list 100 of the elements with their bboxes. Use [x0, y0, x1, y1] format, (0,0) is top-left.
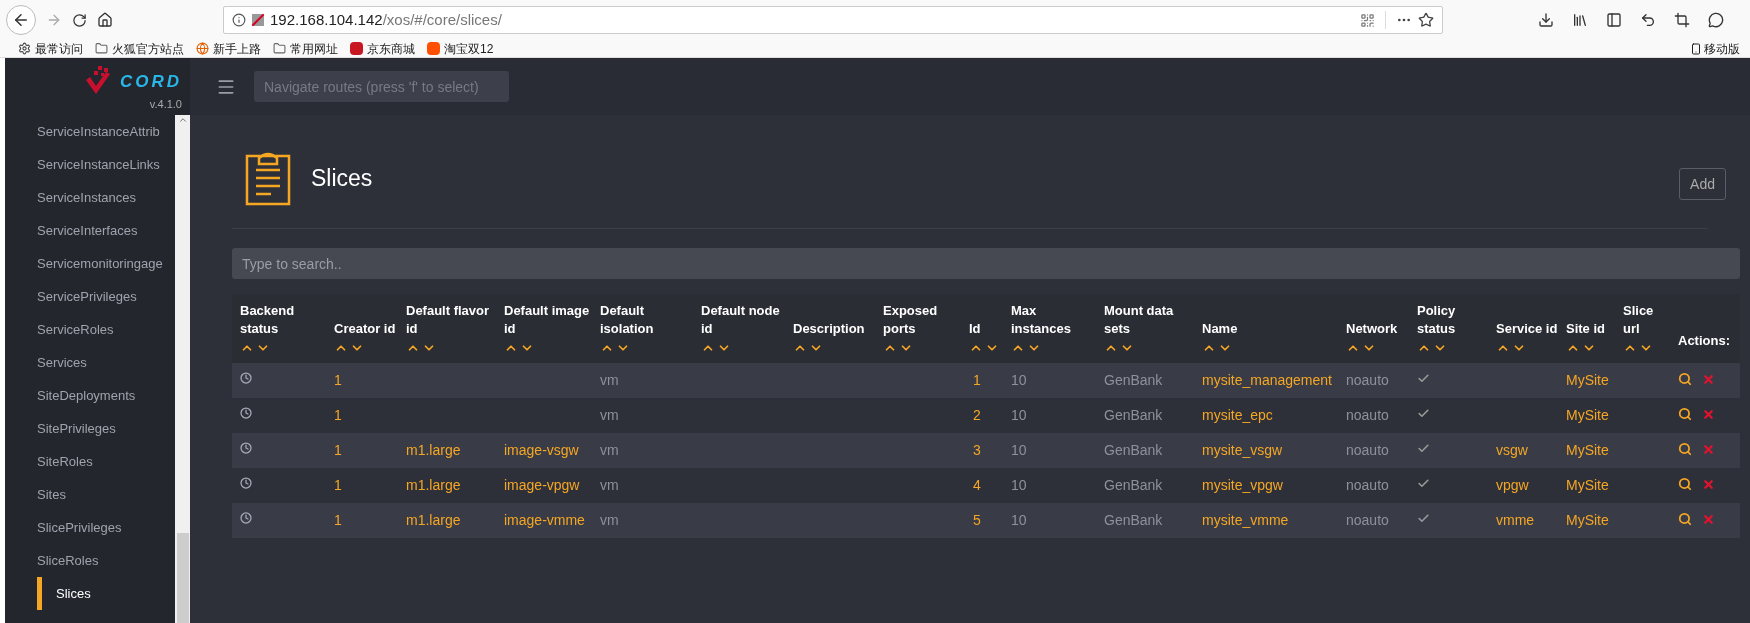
- search-icon[interactable]: [1678, 512, 1692, 526]
- table-link[interactable]: m1.large: [406, 512, 461, 528]
- table-link[interactable]: 1: [334, 477, 342, 493]
- column-header: Slice url: [1623, 302, 1655, 338]
- column-header: Actions:: [1678, 333, 1730, 348]
- table-cell: noauto: [1346, 372, 1389, 388]
- navigate-field[interactable]: Navigate routes (press 'f' to select): [254, 71, 509, 102]
- mobile-link[interactable]: 移动版: [1704, 42, 1740, 55]
- url-text[interactable]: 192.168.104.142/xos/#/core/slices/: [270, 8, 502, 32]
- library-icon[interactable]: [1572, 12, 1588, 28]
- column-header: Site id: [1566, 320, 1606, 338]
- home-icon[interactable]: [97, 12, 113, 28]
- phone-icon: [1690, 42, 1702, 55]
- sidebar-item[interactable]: ServicePrivileges: [5, 280, 175, 313]
- sidebar-icon[interactable]: [1606, 12, 1622, 28]
- table-link[interactable]: mysite_epc: [1202, 407, 1273, 423]
- table-link[interactable]: mysite_vmme: [1202, 512, 1289, 528]
- sidebar-item[interactable]: Sites: [5, 478, 175, 511]
- table-row[interactable]: 1 m1.large image-vsgw vm 3 10 GenBank mysite_vsgw noauto vsgw MySite: [232, 433, 1740, 468]
- search-icon[interactable]: [1678, 407, 1692, 421]
- info-icon[interactable]: [232, 13, 246, 27]
- table-link[interactable]: MySite: [1566, 442, 1609, 458]
- back-button[interactable]: [6, 5, 36, 35]
- column-header: Name: [1202, 320, 1239, 338]
- table-link[interactable]: m1.large: [406, 477, 461, 493]
- sidebar-item[interactable]: ServiceInstances: [5, 181, 175, 214]
- star-icon[interactable]: [1418, 12, 1434, 28]
- bookmark-link[interactable]: 淘宝双12: [444, 42, 494, 55]
- table-link[interactable]: 3: [973, 442, 981, 458]
- column-header: Policy status: [1417, 302, 1457, 338]
- download-icon[interactable]: [1538, 12, 1554, 28]
- sidebar-item[interactable]: SlicePrivileges: [5, 511, 175, 544]
- search-icon[interactable]: [1678, 442, 1692, 456]
- table-link[interactable]: 1: [334, 372, 342, 388]
- table-link[interactable]: MySite: [1566, 512, 1609, 528]
- sidebar-item[interactable]: ServiceInstanceAttrib: [5, 115, 175, 148]
- bookmark-link[interactable]: 最常访问: [35, 42, 83, 55]
- scroll-up-icon[interactable]: [177, 115, 188, 125]
- table-link[interactable]: 1: [334, 512, 342, 528]
- table-link[interactable]: MySite: [1566, 407, 1609, 423]
- table-link[interactable]: 1: [973, 372, 981, 388]
- table-link[interactable]: 2: [973, 407, 981, 423]
- search-icon[interactable]: [1678, 477, 1692, 491]
- sidebar-item[interactable]: ServiceInterfaces: [5, 214, 175, 247]
- chat-icon[interactable]: [1708, 12, 1724, 28]
- table-cell: vm: [600, 477, 619, 493]
- table-row[interactable]: 1 m1.large image-vpgw vm 4 10 GenBank mysite_vpgw noauto vpgw MySite: [232, 468, 1740, 503]
- column-header: Max instances: [1011, 302, 1072, 338]
- sidebar-item[interactable]: Services: [5, 346, 175, 379]
- table-link[interactable]: vpgw: [1496, 477, 1529, 493]
- sidebar-item[interactable]: SiteRoles: [5, 445, 175, 478]
- sidebar-item[interactable]: Servicemonitoringage: [5, 247, 175, 280]
- sidebar-item[interactable]: ServiceInstanceLinks: [5, 148, 175, 181]
- bookmark-link[interactable]: 京东商城: [367, 42, 415, 55]
- table-cell: noauto: [1346, 407, 1389, 423]
- table-link[interactable]: 1: [334, 442, 342, 458]
- add-button[interactable]: Add: [1679, 168, 1726, 200]
- bookmark-link[interactable]: 火狐官方站点: [112, 42, 184, 55]
- delete-icon[interactable]: [1702, 407, 1715, 421]
- table-link[interactable]: vsgw: [1496, 442, 1528, 458]
- table-link[interactable]: image-vsgw: [504, 442, 579, 458]
- scrollbar-thumb[interactable]: [176, 533, 189, 623]
- table-link[interactable]: mysite_vpgw: [1202, 477, 1283, 493]
- table-link[interactable]: m1.large: [406, 442, 461, 458]
- column-header: Description: [793, 320, 866, 338]
- clock-icon: [240, 407, 252, 419]
- table-link[interactable]: 1: [334, 407, 342, 423]
- column-header: Default image id: [504, 302, 591, 338]
- delete-icon[interactable]: [1702, 477, 1715, 491]
- bookmark-link[interactable]: 新手上路: [213, 42, 261, 55]
- column-header: Default flavor id: [406, 302, 491, 338]
- column-header: Creator id: [334, 320, 397, 338]
- table-cell: noauto: [1346, 477, 1389, 493]
- sidebar-item[interactable]: SitePrivileges: [5, 412, 175, 445]
- globe-icon: [196, 42, 209, 55]
- qr-code-icon[interactable]: [1360, 12, 1375, 28]
- address-bar[interactable]: 192.168.104.142/xos/#/core/slices/: [223, 6, 1443, 34]
- sidebar-item[interactable]: SliceRoles: [5, 544, 175, 577]
- table-row[interactable]: 1 m1.large image-vmme vm 5 10 GenBank mysite_vmme noauto vmme MySite: [232, 503, 1740, 538]
- table-link[interactable]: vmme: [1496, 512, 1535, 528]
- table-link[interactable]: image-vpgw: [504, 477, 580, 493]
- table-link[interactable]: MySite: [1566, 477, 1609, 493]
- table-link[interactable]: mysite_management: [1202, 372, 1332, 388]
- table-link[interactable]: 4: [973, 477, 981, 493]
- table-row[interactable]: 1 vm 2 10 GenBank mysite_epc noauto MySite: [232, 398, 1740, 433]
- scrollbar[interactable]: [175, 115, 190, 623]
- search-field[interactable]: Type to search..: [232, 248, 1740, 279]
- crop-icon[interactable]: [1674, 12, 1690, 28]
- table-link[interactable]: 5: [973, 512, 981, 528]
- reload-icon[interactable]: [72, 12, 87, 28]
- table-row[interactable]: 1 vm 1 10 GenBank mysite_management noauto MySite: [232, 363, 1740, 398]
- bookmark-link[interactable]: 常用网址: [290, 42, 338, 55]
- insecure-icon: [252, 14, 264, 26]
- sidebar-item[interactable]: ServiceRoles: [5, 313, 175, 346]
- table-link[interactable]: image-vmme: [504, 512, 585, 528]
- table-link[interactable]: MySite: [1566, 372, 1609, 388]
- search-icon[interactable]: [1678, 372, 1692, 386]
- table-link[interactable]: mysite_vsgw: [1202, 442, 1283, 458]
- sidebar-item[interactable]: SiteDeployments: [5, 379, 175, 412]
- undo-icon[interactable]: [1640, 12, 1656, 28]
